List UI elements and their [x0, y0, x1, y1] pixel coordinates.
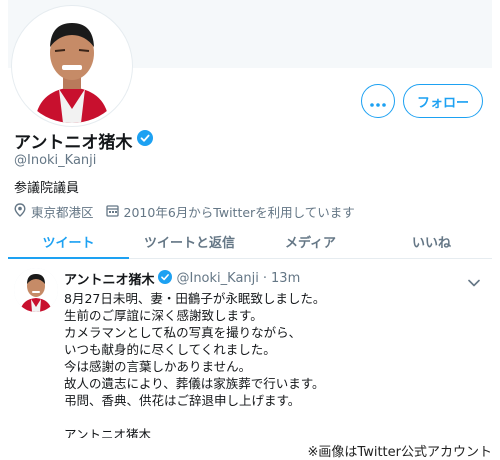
chevron-down-icon[interactable]	[468, 272, 480, 291]
more-dots-icon	[370, 92, 386, 111]
tweet[interactable]: アントニオ猪木 @Inoki_Kanji · 13m 8月27日未明、妻・田鶴子…	[8, 260, 492, 438]
tweet-line: 生前のご厚誼に深く感謝致します。	[64, 308, 263, 323]
tweet-line: カメラマンとして私の写真を撮りながら、	[64, 325, 302, 340]
profile-name: アントニオ猪木	[14, 128, 154, 153]
tweet-separator: ·	[262, 271, 268, 286]
tweet-line: 故人の遺志により、葬儀は家族葬で行います。	[64, 376, 325, 391]
profile-avatar[interactable]	[12, 6, 132, 126]
tweet-line	[64, 409, 325, 426]
tweet-line: 8月27日未明、妻・田鶴子が永眠致しました。	[64, 291, 326, 306]
profile-location: 東京都港区	[14, 202, 94, 221]
tab-media[interactable]: メディア	[250, 224, 371, 258]
calendar-icon	[105, 204, 119, 220]
profile-bio: 参議院議員	[14, 181, 80, 196]
location-pin-icon	[14, 203, 26, 220]
tweet-text: 8月27日未明、妻・田鶴子が永眠致しました。 生前のご厚誼に深く感謝致します。 …	[64, 290, 325, 438]
tab-tweets-and-replies[interactable]: ツイートと返信	[129, 224, 250, 258]
tweet-author-handle[interactable]: @Inoki_Kanji	[176, 271, 258, 286]
follow-button[interactable]: フォロー	[403, 84, 483, 118]
tweet-header: アントニオ猪木 @Inoki_Kanji · 13m	[64, 269, 300, 288]
profile-location-text: 東京都港区	[31, 205, 94, 220]
profile-joined-text: 2010年6月からTwitterを利用しています	[123, 205, 355, 220]
profile-card: フォロー アントニオ猪木 @Inoki_Kanji 参議院議員 東京都港区 20…	[8, 0, 492, 438]
tab-tweets[interactable]: ツイート	[8, 224, 129, 259]
image-credit-caption: ※画像はTwitter公式アカウント	[307, 445, 492, 460]
tweet-avatar[interactable]	[14, 268, 58, 312]
tweet-timestamp[interactable]: 13m	[271, 271, 300, 286]
tab-likes[interactable]: いいね	[371, 224, 492, 258]
profile-name-text: アントニオ猪木	[14, 133, 133, 153]
profile-joined: 2010年6月からTwitterを利用しています	[105, 202, 355, 221]
profile-tabs: ツイート ツイートと返信 メディア いいね	[8, 224, 492, 259]
tweet-line: いつも献身的に尽くしてくれました。	[64, 342, 276, 357]
tweet-line: 今は感謝の言葉しかありません。	[64, 359, 252, 374]
verified-badge-icon	[158, 269, 173, 288]
verified-badge-icon	[137, 130, 154, 151]
more-button[interactable]	[361, 84, 395, 118]
tweet-line: アントニオ猪木	[64, 427, 152, 438]
tweet-line: 弔問、香典、供花はご辞退申し上げます。	[64, 393, 301, 408]
profile-handle: @Inoki_Kanji	[14, 153, 97, 168]
profile-meta: 東京都港区 2010年6月からTwitterを利用しています	[14, 202, 367, 221]
tweet-author-name[interactable]: アントニオ猪木	[64, 269, 154, 288]
